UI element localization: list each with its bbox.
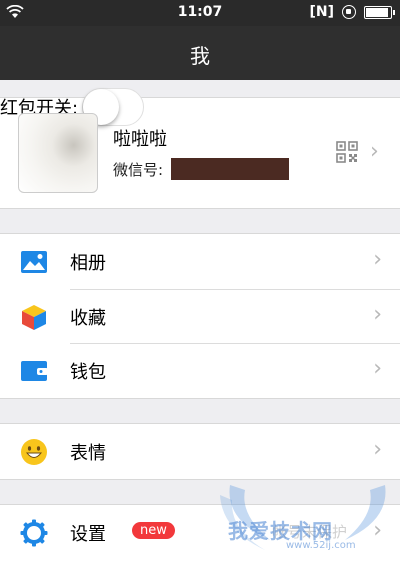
menu-group-2: 表情 › [0,423,400,480]
gear-icon [20,519,48,547]
profile-name: 啦啦啦 [113,129,167,150]
menu-item-album[interactable]: 相册 › [0,234,400,289]
wechat-id-label: 微信号: [113,160,164,179]
chevron-right-icon: › [373,356,382,381]
menu-item-wallet[interactable]: 钱包 › [0,343,400,398]
stickers-label: 表情 [70,443,106,464]
new-badge: new [132,522,175,539]
favorites-label: 收藏 [70,308,106,329]
chevron-right-icon: › [373,247,382,272]
settings-label: 设置 [70,524,106,545]
battery-icon [364,5,395,19]
rotation-lock-icon [342,5,356,19]
nav-bar: 我 [0,26,400,80]
watermark-url: www.52ij.com [286,540,356,551]
favorites-cube-icon [22,305,46,330]
smiley-icon [21,439,47,465]
qr-code-icon[interactable] [336,141,358,163]
wechat-id-redacted [171,158,290,180]
wallet-icon [21,361,48,381]
wallet-label: 钱包 [70,362,106,383]
chevron-right-icon: › [373,437,382,462]
menu-item-stickers[interactable]: 表情 › [0,424,400,479]
avatar[interactable] [18,113,98,193]
wechat-id-row: 微信号: [113,158,290,180]
profile-card[interactable]: 红包开关: 啦啦啦 微信号: › [0,88,400,209]
nfc-indicator: [N] [309,4,334,20]
chevron-right-icon: › [373,302,382,327]
page-title: 我 [190,44,210,68]
menu-item-favorites[interactable]: 收藏 › [0,289,400,344]
chevron-right-icon: › [373,518,382,543]
album-icon [21,251,47,273]
menu-group-1: 相册 › 收藏 › 钱包 › [0,233,400,399]
chevron-right-icon: › [370,139,379,164]
status-bar: 11:07 [N] [0,0,400,26]
album-label: 相册 [70,253,106,274]
status-right: [N] [309,4,395,20]
